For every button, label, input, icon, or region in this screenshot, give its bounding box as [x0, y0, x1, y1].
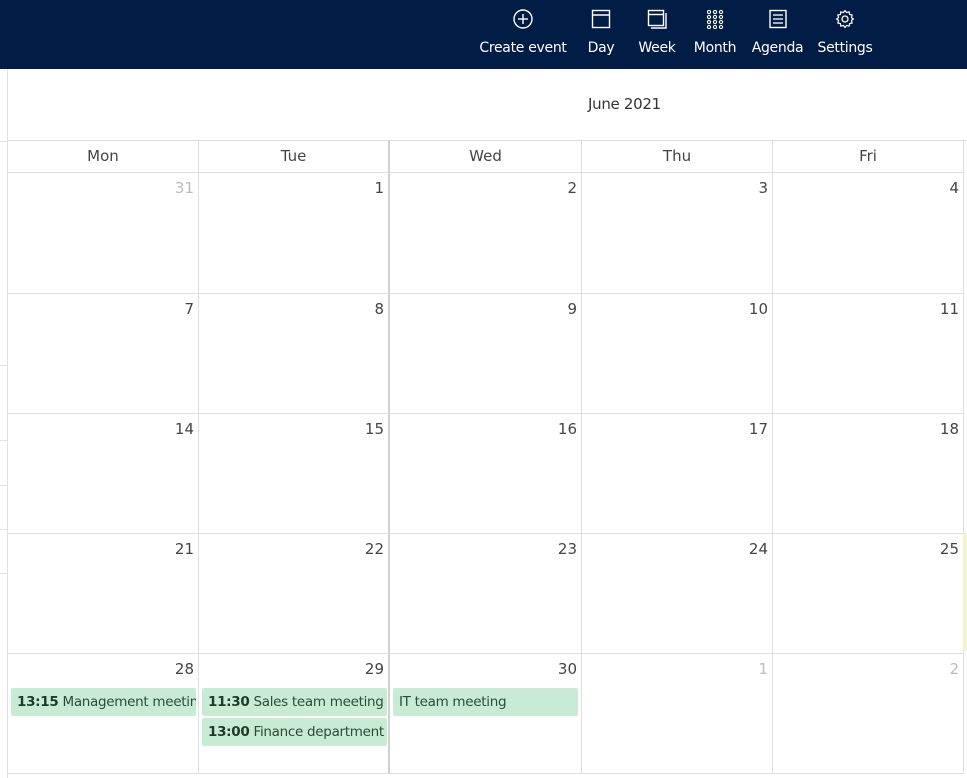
top-toolbar: Create event Day Week Month Agenda Setti… [0, 0, 967, 69]
day-cell[interactable]: 14 [8, 414, 199, 534]
day-cell[interactable]: 2 [390, 173, 582, 294]
calendar-week-icon [647, 9, 667, 29]
day-number: 24 [748, 540, 768, 558]
plus-circle-icon [513, 9, 533, 29]
day-number: 1 [758, 660, 768, 678]
event-management-meeting[interactable]: 13:15 Management meeting [11, 688, 196, 716]
week-view-button[interactable]: Week [634, 0, 680, 69]
day-number: 16 [557, 420, 577, 438]
day-cell[interactable]: 25 [773, 534, 964, 654]
weekday-header-fri: Fri [773, 141, 964, 173]
event-it-team-meeting[interactable]: IT team meeting [393, 688, 578, 716]
day-number: 10 [748, 300, 768, 318]
day-cell[interactable]: 1 [582, 654, 773, 774]
day-cell[interactable]: 17 [582, 414, 773, 534]
settings-label: Settings [817, 40, 873, 56]
agenda-view-label: Agenda [751, 40, 804, 56]
gear-icon [835, 9, 855, 29]
day-number: 18 [939, 420, 959, 438]
day-number: 11 [939, 300, 959, 318]
day-cell[interactable]: 23 [390, 534, 582, 654]
day-view-label: Day [587, 40, 615, 56]
day-number: 14 [174, 420, 194, 438]
event-title: IT team meeting [399, 694, 507, 710]
weekday-header-tue: Tue [199, 141, 390, 173]
create-event-button[interactable]: Create event [478, 0, 568, 69]
event-title: Sales team meeting [253, 694, 384, 710]
day-number: 8 [374, 300, 384, 318]
day-cell[interactable]: 9 [390, 294, 582, 414]
event-sales-team-meeting[interactable]: 11:30 Sales team meeting [202, 688, 387, 716]
day-cell[interactable]: 10 [582, 294, 773, 414]
day-number: 29 [364, 660, 384, 678]
month-view-label: Month [693, 40, 737, 56]
day-number: 2 [949, 660, 959, 678]
settings-button[interactable]: Settings [815, 0, 875, 69]
day-cell[interactable]: 22 [199, 534, 390, 654]
day-cell[interactable]: 31 [8, 173, 199, 294]
day-cell[interactable]: 2 [773, 654, 964, 774]
day-number: 25 [939, 540, 959, 558]
left-gutter [0, 69, 8, 778]
weekday-header-thu: Thu [582, 141, 773, 173]
day-number: 22 [364, 540, 384, 558]
day-cell[interactable]: 1 [199, 173, 390, 294]
agenda-view-button[interactable]: Agenda [750, 0, 805, 69]
day-number: 4 [949, 179, 959, 197]
day-number: 3 [758, 179, 768, 197]
create-event-label: Create event [479, 40, 567, 56]
day-number: 23 [557, 540, 577, 558]
day-number: 30 [557, 660, 577, 678]
day-cell[interactable]: 24 [582, 534, 773, 654]
day-cell[interactable]: 4 [773, 173, 964, 294]
day-number: 17 [748, 420, 768, 438]
day-number: 7 [184, 300, 194, 318]
weekday-header-wed: Wed [390, 141, 582, 173]
agenda-list-icon [768, 9, 787, 29]
month-title: June 2021 [588, 95, 661, 113]
day-number: 2 [567, 179, 577, 197]
event-time: 13:15 [17, 694, 59, 710]
day-number: 21 [174, 540, 194, 558]
day-number: 9 [567, 300, 577, 318]
day-cell[interactable]: 21 [8, 534, 199, 654]
day-cell[interactable]: 18 [773, 414, 964, 534]
week-view-label: Week [638, 40, 676, 56]
calendar-grid-icon [706, 9, 724, 30]
weekday-header-mon: Mon [8, 141, 199, 173]
event-time: 11:30 [208, 694, 250, 710]
event-title: Management meeting [62, 694, 196, 710]
month-view-button[interactable]: Month [690, 0, 740, 69]
next-column-edge [963, 533, 967, 651]
day-cell[interactable]: 8 [199, 294, 390, 414]
day-cell[interactable]: 3 [582, 173, 773, 294]
event-finance-department[interactable]: 13:00 Finance department t [202, 718, 387, 746]
day-number: 28 [174, 660, 194, 678]
day-view-button[interactable]: Day [583, 0, 619, 69]
day-number: 31 [174, 179, 194, 197]
calendar-day-icon [591, 9, 611, 29]
day-cell[interactable]: 15 [199, 414, 390, 534]
day-number: 1 [374, 179, 384, 197]
day-cell[interactable]: 11 [773, 294, 964, 414]
day-cell[interactable]: 7 [8, 294, 199, 414]
event-time: 13:00 [208, 724, 250, 740]
day-cell[interactable]: 16 [390, 414, 582, 534]
day-number: 15 [364, 420, 384, 438]
calendar-title-row: June 2021 [8, 69, 967, 141]
event-title: Finance department t [253, 724, 387, 740]
